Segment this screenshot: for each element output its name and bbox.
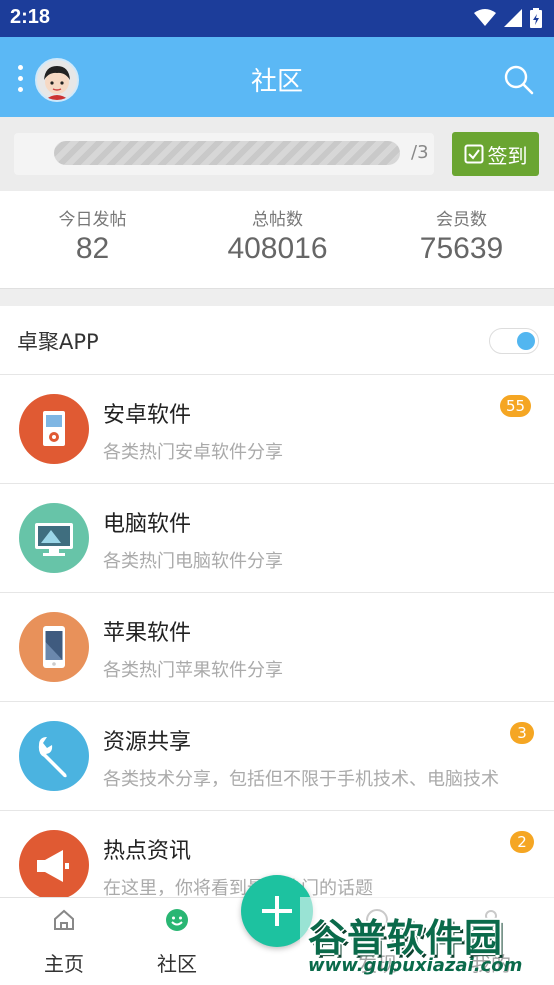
nav-label: 社区 xyxy=(157,952,197,976)
forum-item-android[interactable]: 安卓软件 各类热门安卓软件分享 55 xyxy=(0,375,554,484)
sign-in-bar: /3 签到 xyxy=(0,117,554,191)
monitor-icon xyxy=(19,503,89,573)
sign-in-button-label: 签到 xyxy=(487,143,528,168)
stat-label: 今日发帖 xyxy=(58,210,127,230)
stat-members: 会员数 75639 xyxy=(369,205,554,266)
nav-community[interactable]: 社区 xyxy=(122,898,232,985)
forum-item-name: 热点资讯 xyxy=(103,839,192,864)
megaphone-icon xyxy=(19,830,89,897)
forum-item-desc: 各类热门电脑软件分享 xyxy=(103,551,283,572)
stat-value: 408016 xyxy=(227,232,328,265)
nav-label: 主页 xyxy=(44,952,84,976)
signal-icon xyxy=(504,9,522,27)
home-icon xyxy=(54,909,74,930)
forum-item-resources[interactable]: 资源共享 各类技术分享，包括但不限于手机技术、电脑技术 3 xyxy=(0,702,554,811)
site-watermark: 谷普软件园 www.gupuxiazai.com xyxy=(300,897,554,985)
unread-badge: 3 xyxy=(510,722,534,744)
sign-in-progress-bar xyxy=(54,141,400,165)
nav-home[interactable]: 主页 xyxy=(9,898,119,985)
status-bar: 2:18 xyxy=(0,0,554,37)
watermark-url: www.gupuxiazai.com xyxy=(308,955,523,976)
smile-icon xyxy=(166,909,188,931)
sign-in-progress-track: /3 xyxy=(14,133,434,175)
stats-panel: 今日发帖 82 总帖数 408016 会员数 75639 xyxy=(0,191,554,289)
battery-icon xyxy=(530,8,542,28)
forum-item-name: 电脑软件 xyxy=(103,512,192,537)
wifi-icon xyxy=(474,9,496,26)
search-icon[interactable] xyxy=(504,65,534,95)
forum-item-desc: 在这里，你将看到最最热门的话题 xyxy=(103,878,373,897)
wrench-icon xyxy=(19,721,89,791)
stat-label: 会员数 xyxy=(436,210,487,230)
forum-item-desc: 各类热门苹果软件分享 xyxy=(103,660,283,681)
forum-item-desc: 各类热门安卓软件分享 xyxy=(103,442,283,463)
app-bar: 社区 xyxy=(0,37,554,117)
app-toggle-switch[interactable] xyxy=(489,328,539,354)
stat-label: 总帖数 xyxy=(252,210,303,230)
stat-value: 82 xyxy=(75,232,110,265)
phone-icon xyxy=(19,612,89,682)
checkbox-icon xyxy=(464,144,483,164)
status-time: 2:18 xyxy=(10,6,51,28)
forum-item-apple[interactable]: 苹果软件 各类热门苹果软件分享 xyxy=(0,593,554,702)
unread-badge: 55 xyxy=(500,395,532,417)
stat-value: 75639 xyxy=(419,232,504,265)
status-icons xyxy=(474,8,542,28)
forum-item-name: 安卓软件 xyxy=(103,403,192,428)
watermark-title: 谷普软件园 xyxy=(308,916,504,960)
sign-in-progress-total: /3 xyxy=(411,142,429,163)
forum-item-name: 苹果软件 xyxy=(103,621,192,646)
forum-item-name: 资源共享 xyxy=(103,730,192,755)
page-title: 社区 xyxy=(250,67,303,97)
stat-today-posts: 今日发帖 82 xyxy=(0,205,185,266)
sign-in-button[interactable]: 签到 xyxy=(452,132,539,176)
forum-item-pc[interactable]: 电脑软件 各类热门电脑软件分享 xyxy=(0,484,554,593)
stat-total-posts: 总帖数 408016 xyxy=(185,205,370,266)
forum-list: 安卓软件 各类热门安卓软件分享 55 电脑软件 各类热门电脑软件分享 苹果软件 … xyxy=(0,375,554,897)
forum-item-desc: 各类技术分享，包括但不限于手机技术、电脑技术 xyxy=(103,769,499,790)
app-toggle-label: 卓聚APP xyxy=(17,330,99,354)
android-app-icon xyxy=(19,394,89,464)
unread-badge: 2 xyxy=(510,831,534,853)
app-toggle-row: 卓聚APP xyxy=(0,306,554,375)
